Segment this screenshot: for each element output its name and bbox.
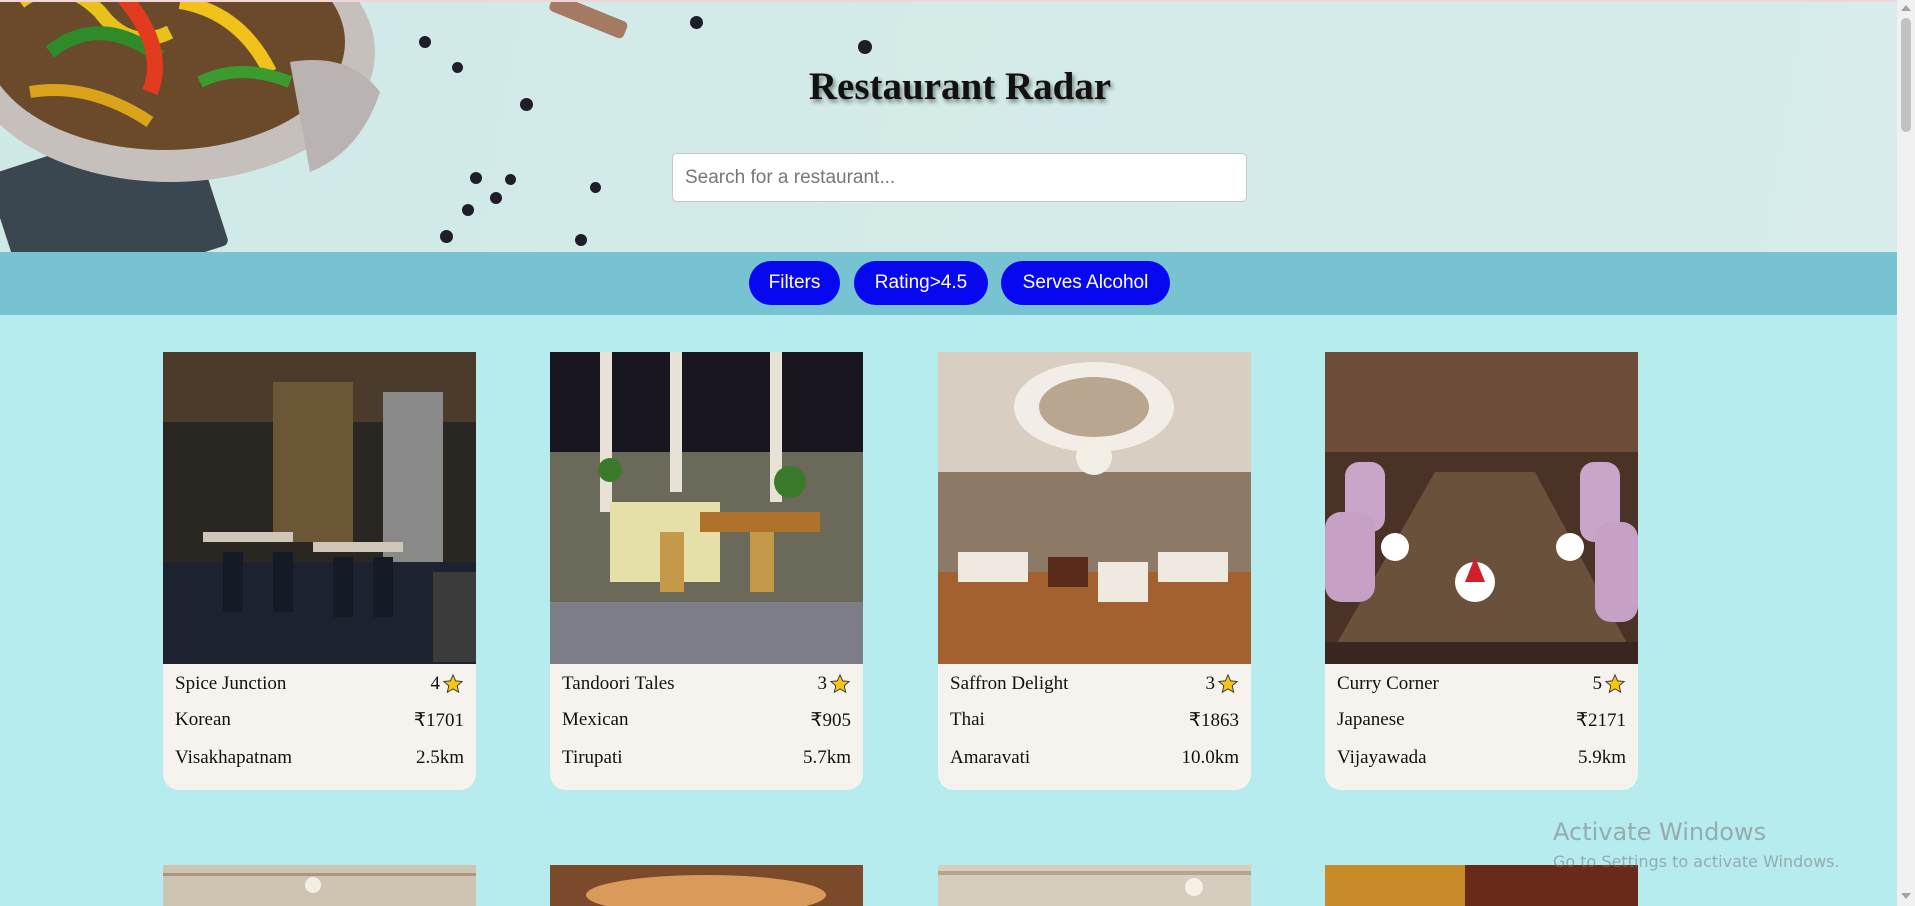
star-icon (1217, 673, 1239, 694)
rating-filter-button[interactable]: Rating>4.5 (854, 261, 988, 305)
rating-value: 4 (430, 673, 441, 694)
peppercorn-decoration (505, 174, 516, 185)
scroll-up-arrow-icon[interactable] (1901, 5, 1911, 11)
restaurant-card-partial[interactable] (938, 865, 1251, 906)
restaurant-card[interactable]: Saffron Delight 3 Thai ₹1863 Amaravati 1… (938, 352, 1251, 790)
restaurant-name: Tandoori Tales (562, 673, 675, 694)
distance: 5.9km (1577, 747, 1626, 768)
distance: 2.5km (415, 747, 464, 768)
restaurant-name: Curry Corner (1337, 673, 1439, 694)
restaurant-photo (938, 865, 1251, 906)
price: ₹905 (810, 709, 851, 731)
rating-value: 3 (1205, 673, 1216, 694)
restaurant-photo (163, 865, 476, 906)
restaurant-name: Spice Junction (175, 673, 287, 694)
spice-bottle-decoration (549, 2, 628, 39)
distance: 5.7km (802, 747, 851, 768)
hero-banner: Restaurant Radar (0, 0, 1897, 252)
cuisine: Thai (950, 709, 985, 730)
search-input[interactable] (672, 153, 1247, 202)
peppercorn-decoration (419, 36, 431, 48)
peppercorn-decoration (858, 40, 872, 54)
city: Visakhapatnam (175, 747, 293, 768)
restaurant-photo (1325, 352, 1638, 664)
peppercorn-decoration (690, 16, 703, 29)
restaurant-photo (938, 352, 1251, 664)
distance: 10.0km (1181, 747, 1239, 768)
peppercorn-decoration (470, 172, 482, 184)
restaurant-card-partial[interactable] (550, 865, 863, 906)
filters-button[interactable]: Filters (749, 261, 840, 305)
star-icon (829, 673, 851, 694)
city: Tirupati (562, 747, 623, 768)
scroll-down-arrow-icon[interactable] (1901, 893, 1911, 899)
city: Vijayawada (1337, 747, 1427, 768)
filter-bar: Filters Rating>4.5 Serves Alcohol (0, 252, 1897, 315)
peppercorn-decoration (575, 234, 587, 246)
star-icon (1604, 673, 1626, 694)
restaurant-photo (550, 352, 863, 664)
restaurant-card-partial[interactable] (163, 865, 476, 906)
restaurant-card[interactable]: Curry Corner 5 Japanese ₹2171 Vijayawada… (1325, 352, 1638, 790)
price: ₹2171 (1575, 709, 1626, 731)
activate-windows-watermark: Activate Windows Go to Settings to activ… (1553, 818, 1840, 871)
restaurant-card[interactable]: Tandoori Tales 3 Mexican ₹905 Tirupati 5… (550, 352, 863, 790)
price: ₹1863 (1188, 709, 1239, 731)
restaurant-photo (1325, 865, 1638, 906)
peppercorn-decoration (440, 230, 453, 243)
watermark-subtitle: Go to Settings to activate Windows. (1553, 852, 1840, 871)
cuisine: Korean (175, 709, 231, 730)
city: Amaravati (950, 747, 1031, 768)
page-title: Restaurant Radar (808, 65, 1112, 108)
restaurant-name: Saffron Delight (950, 673, 1069, 694)
peppercorn-decoration (462, 204, 474, 216)
serves-alcohol-filter-button[interactable]: Serves Alcohol (1001, 261, 1170, 305)
cuisine: Mexican (562, 709, 629, 730)
restaurant-photo (550, 865, 863, 906)
scrollbar-thumb[interactable] (1901, 18, 1911, 132)
watermark-title: Activate Windows (1553, 818, 1767, 846)
rating-value: 3 (817, 673, 828, 694)
restaurant-card-partial[interactable] (1325, 865, 1638, 906)
restaurant-card[interactable]: Spice Junction 4 Korean ₹1701 Visakhapat… (163, 352, 476, 790)
star-icon (442, 673, 464, 694)
price: ₹1701 (413, 709, 464, 731)
peppercorn-decoration (490, 192, 502, 204)
restaurant-photo (163, 352, 476, 664)
cuisine: Japanese (1337, 709, 1405, 730)
rating-value: 5 (1592, 673, 1603, 694)
peppercorn-decoration (590, 182, 601, 193)
vertical-scrollbar[interactable] (1897, 0, 1915, 906)
food-bowl-illustration (0, 2, 380, 252)
